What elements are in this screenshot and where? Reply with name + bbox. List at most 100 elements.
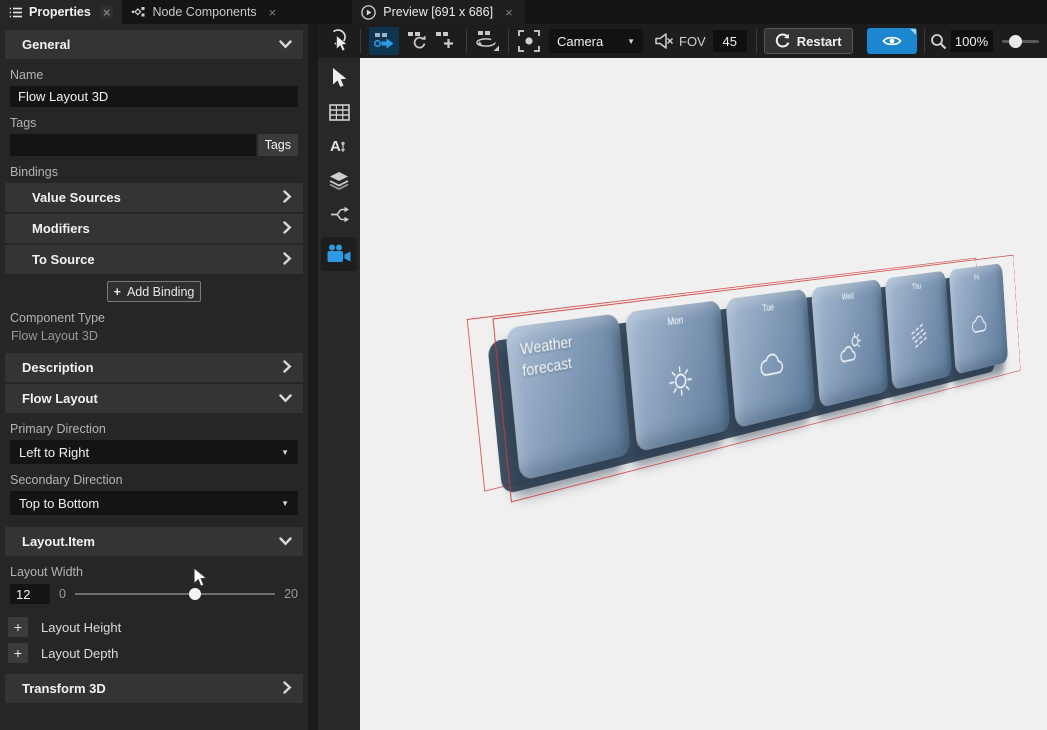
binding-row-label: To Source (32, 252, 95, 267)
mouse-cursor (193, 567, 209, 592)
dropdown-arrow-icon: ▼ (627, 37, 635, 46)
plus-icon: + (114, 285, 121, 299)
focus-selection-button[interactable] (517, 29, 541, 53)
preview-camera-tool-active[interactable] (321, 237, 357, 271)
eye-icon (882, 34, 902, 48)
tab-node-components-close-icon[interactable]: × (266, 6, 280, 19)
dropdown-arrow-icon: ▼ (281, 448, 289, 457)
add-layout-height-button[interactable]: + (8, 617, 28, 637)
tab-spacer (288, 0, 348, 24)
chevron-right-icon (283, 190, 292, 206)
section-transform-3d-label: Transform 3D (22, 681, 106, 696)
app-root: Properties × Node Components × (0, 0, 1047, 730)
selection-wireframe-front (493, 255, 1021, 503)
component-type-label: Component Type (10, 311, 308, 325)
slider-min-label: 0 (59, 587, 66, 601)
restart-button[interactable]: Restart (764, 28, 853, 54)
layout-width-input[interactable] (10, 584, 50, 604)
text-tool-icon[interactable]: A (329, 135, 350, 157)
tab-preview[interactable]: Preview [691 x 686] × (352, 0, 524, 24)
properties-list-icon (9, 7, 22, 18)
section-layout-item-label: Layout.Item (22, 534, 95, 549)
tab-properties-label: Properties (29, 5, 91, 19)
primary-direction-label: Primary Direction (10, 422, 308, 436)
zoom-level-input[interactable] (951, 30, 993, 52)
chevron-down-icon (279, 37, 292, 52)
section-flow-layout-label: Flow Layout (22, 391, 98, 406)
zoom-slider[interactable] (1002, 40, 1039, 43)
tab-properties[interactable]: Properties × (0, 0, 122, 24)
layers-icon[interactable] (328, 169, 350, 191)
add-camera-button[interactable] (434, 31, 458, 51)
visibility-toggle-button[interactable] (867, 28, 917, 54)
secondary-direction-dropdown[interactable]: Top to Bottom ▼ (10, 491, 298, 515)
camera-dropdown[interactable]: Camera ▼ (549, 29, 643, 53)
add-layout-depth-button[interactable]: + (8, 643, 28, 663)
layout-width-label: Layout Width (10, 565, 308, 579)
chevron-down-icon (279, 391, 292, 406)
connections-icon[interactable] (329, 203, 350, 225)
restart-label: Restart (797, 34, 842, 49)
edit-camera-mode-button[interactable] (369, 27, 399, 55)
speaker-muted-icon[interactable] (652, 31, 674, 51)
slider-max-label: 20 (284, 587, 298, 601)
section-description[interactable]: Description (5, 353, 303, 382)
interaction-mode-button[interactable] (328, 28, 350, 54)
name-input[interactable] (10, 86, 298, 107)
zoom-slider-handle[interactable] (1009, 35, 1022, 48)
grid-tool-icon[interactable] (329, 101, 350, 123)
chevron-right-icon (283, 681, 292, 697)
layout-depth-label: Layout Depth (41, 646, 118, 661)
preview-canvas[interactable]: Weather forecast Mon (360, 58, 1047, 730)
toolbar-separator (466, 29, 467, 53)
chevron-right-icon (283, 360, 292, 376)
video-camera-icon (326, 244, 352, 264)
chevron-down-icon (279, 534, 292, 549)
tags-label: Tags (10, 116, 308, 130)
preview-toolbar: Camera ▼ FOV Restart (318, 24, 1047, 58)
toolbar-separator (360, 29, 361, 53)
fov-label: FOV (679, 34, 706, 49)
tags-button[interactable]: Tags (258, 134, 298, 156)
reset-camera-button[interactable] (406, 31, 430, 51)
cloud-icon (759, 348, 787, 383)
panel-splitter[interactable] (308, 24, 318, 730)
secondary-direction-value: Top to Bottom (19, 496, 99, 511)
tags-input[interactable] (10, 134, 256, 156)
section-general-label: General (22, 37, 70, 52)
binding-row-label: Modifiers (32, 221, 90, 236)
component-type-value: Flow Layout 3D (11, 329, 308, 343)
tab-properties-close-icon[interactable]: × (100, 6, 114, 19)
binding-row-modifiers[interactable]: Modifiers (5, 214, 303, 243)
chevron-right-icon (283, 221, 292, 237)
tab-bar: Properties × Node Components × (0, 0, 1047, 24)
section-layout-item[interactable]: Layout.Item (5, 527, 303, 556)
tab-node-components[interactable]: Node Components × (122, 0, 288, 24)
section-flow-layout[interactable]: Flow Layout (5, 384, 303, 413)
properties-panel: General Name Tags Tags Bindings Value So… (0, 24, 308, 730)
binding-row-to-source[interactable]: To Source (5, 245, 303, 274)
section-transform-3d[interactable]: Transform 3D (5, 674, 303, 703)
tab-preview-close-icon[interactable]: × (502, 6, 516, 19)
cloud-icon (971, 311, 989, 338)
binding-row-value-sources[interactable]: Value Sources (5, 183, 303, 212)
binding-row-label: Value Sources (32, 190, 121, 205)
primary-direction-value: Left to Right (19, 445, 89, 460)
toolbar-separator (508, 29, 509, 53)
tab-preview-label: Preview [691 x 686] (383, 5, 493, 19)
layout-width-slider[interactable] (75, 593, 275, 595)
add-binding-button[interactable]: + Add Binding (107, 281, 201, 302)
layout-height-label: Layout Height (41, 620, 121, 635)
orbit-camera-button[interactable] (474, 30, 500, 52)
chevron-right-icon (283, 252, 292, 268)
sun-icon (661, 356, 700, 412)
restart-icon (775, 33, 791, 49)
node-components-icon (131, 6, 145, 18)
section-general[interactable]: General (5, 30, 303, 59)
primary-direction-dropdown[interactable]: Left to Right ▼ (10, 440, 298, 464)
fov-input[interactable] (713, 30, 747, 52)
secondary-direction-label: Secondary Direction (10, 473, 308, 487)
cloud-sun-icon (839, 331, 865, 369)
toolbar-separator (924, 29, 925, 53)
select-tool-icon[interactable] (331, 67, 348, 89)
